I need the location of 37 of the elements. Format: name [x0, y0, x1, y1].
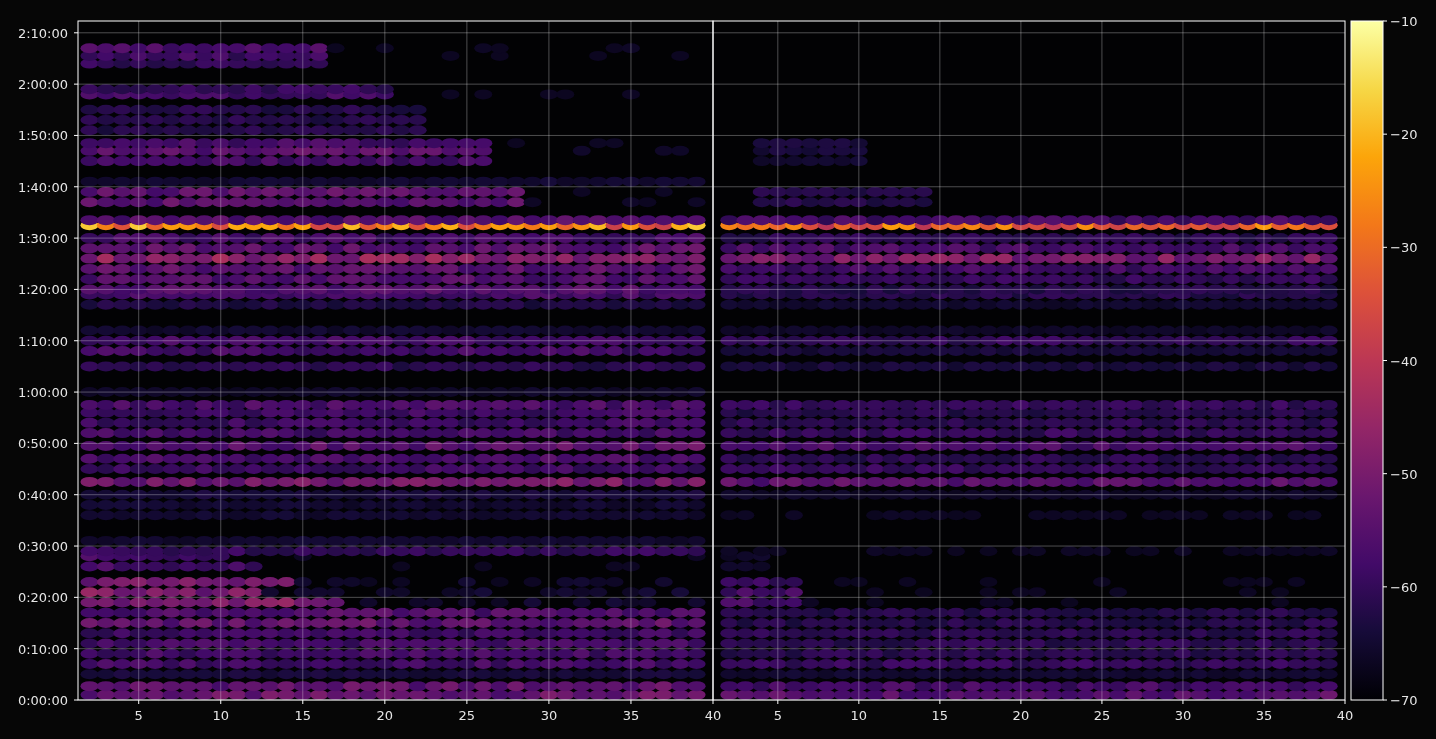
y-tick-label: 0:30:00: [17, 539, 68, 555]
colorbar-tick-label: −20: [1390, 127, 1418, 143]
y-tick-label: 2:00:00: [17, 77, 68, 93]
colorbar-tick-label: −50: [1390, 466, 1418, 482]
y-tick-label: 0:40:00: [17, 487, 68, 503]
y-tick-label: 1:10:00: [17, 333, 68, 349]
x-tick-label: 5: [773, 708, 782, 723]
colorbar-tick-label: −60: [1390, 579, 1418, 595]
y-tick-label: 0:10:00: [17, 641, 68, 657]
y-tick-label: 1:40:00: [17, 179, 68, 195]
y-tick-label: 1:50:00: [17, 128, 68, 144]
x-tick-label: 35: [1255, 708, 1273, 723]
y-tick-label: 0:20:00: [17, 590, 68, 606]
x-tick-label: 5: [134, 708, 143, 723]
x-tick-label: 15: [931, 708, 949, 723]
x-tick-label: 10: [850, 708, 868, 723]
y-tick-label: 2:10:00: [17, 25, 68, 41]
colorbar-tick-label: −10: [1390, 14, 1418, 29]
colorbar-tick-label: −40: [1390, 353, 1418, 369]
y-tick-label: 1:20:00: [17, 282, 68, 298]
x-tick-label: 25: [1093, 708, 1111, 723]
y-tick-label: 1:30:00: [17, 231, 68, 247]
colorbar-tick-label: −30: [1390, 240, 1418, 256]
x-tick-label: 20: [376, 708, 394, 723]
x-tick-label: 15: [294, 708, 312, 723]
y-tick-label: 0:50:00: [17, 436, 68, 452]
x-tick-label: 10: [212, 708, 230, 723]
x-tick-label: 35: [622, 708, 640, 723]
x-tick-label: 40: [1336, 708, 1354, 723]
x-tick-label: 40: [704, 708, 722, 723]
colorbar-tick-label: −70: [1390, 693, 1418, 708]
x-tick-label: 30: [1174, 708, 1192, 723]
y-tick-label: 1:00:00: [17, 385, 68, 401]
x-tick-label: 20: [1012, 708, 1030, 723]
x-tick-label: 30: [540, 708, 558, 723]
y-tick-label: 0:00:00: [17, 693, 68, 708]
x-tick-label: 25: [458, 708, 476, 723]
